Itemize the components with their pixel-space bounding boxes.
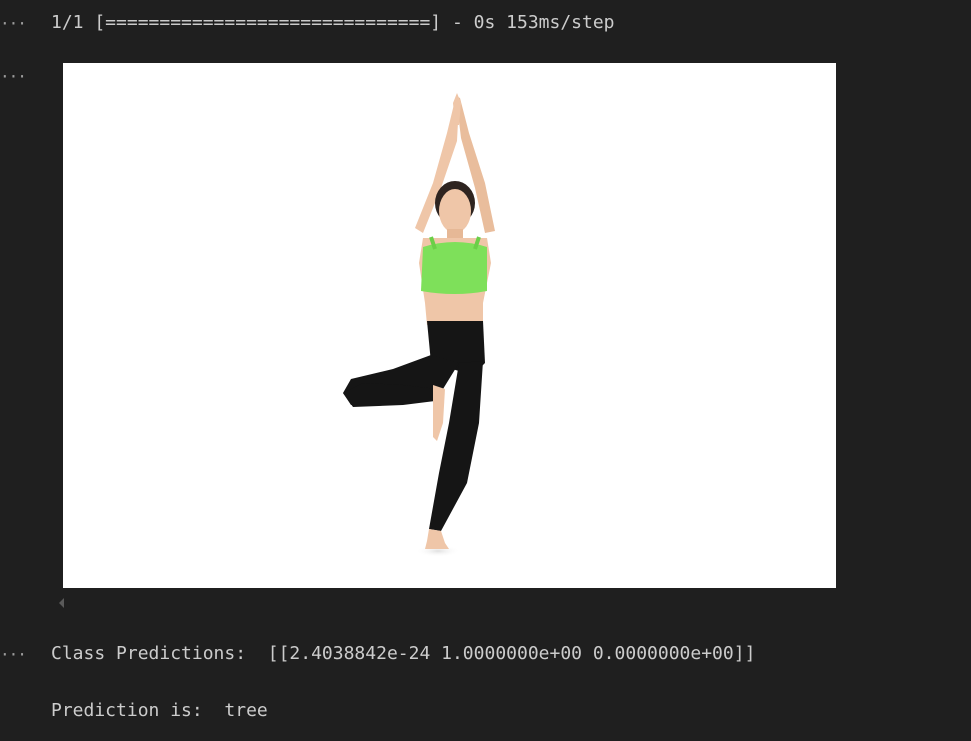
class-predictions-line: Class Predictions: [[2.4038842e-24 1.000… xyxy=(51,643,756,664)
cell-output-menu-button[interactable]: ··· xyxy=(0,67,27,86)
cell-output-menu-button[interactable]: ··· xyxy=(0,645,27,664)
more-horizontal-icon: ··· xyxy=(0,67,27,86)
more-horizontal-icon: ··· xyxy=(0,645,27,664)
prediction-result-line: Prediction is: tree xyxy=(51,700,268,721)
cell-output-menu-button[interactable]: ··· xyxy=(0,14,27,33)
progress-output: 1/1 [==============================] - 0… xyxy=(51,12,615,33)
more-horizontal-icon: ··· xyxy=(0,14,27,33)
output-image xyxy=(63,63,836,588)
yoga-tree-pose-photo xyxy=(343,93,495,557)
caret-left-icon[interactable] xyxy=(59,598,64,608)
